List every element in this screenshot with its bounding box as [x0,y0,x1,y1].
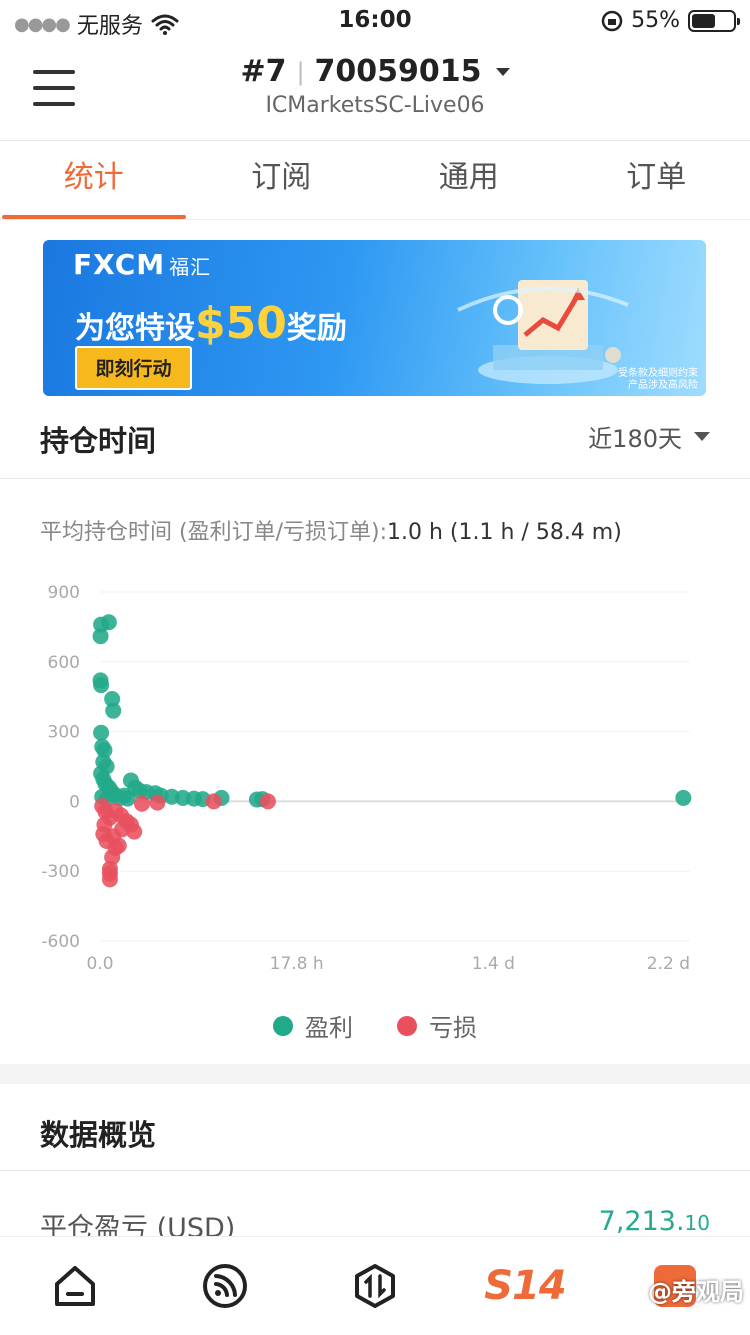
promo-text: 为您特设$50奖励 [75,298,347,349]
profit-dot-icon [273,1016,293,1036]
disclaimer: 受条款及细则约束 产品涉及高风险 [618,368,698,392]
nav-s14[interactable]: S14 [450,1237,600,1335]
legend-loss-label: 亏损 [429,1008,477,1043]
overview-title: 数据概览 [40,1112,156,1154]
tab-bar: 统计 订阅 通用 订单 [0,141,750,220]
home-icon [51,1262,99,1310]
loss-point [134,796,150,812]
battery-percent: 55% [631,8,680,33]
account-selector[interactable]: #7 | 70059015 ICMarketsSC-Live06 [0,54,750,118]
y-tick-label: 900 [48,583,80,603]
bottom-nav: S14 [0,1236,750,1335]
profit-point [101,614,117,630]
promo-prefix: 为您特设 [75,311,195,346]
profit-point [120,791,136,807]
holding-title: 持仓时间 [40,418,156,460]
avg-holding: 平均持仓时间 (盈利订单/亏损订单):1.0 h (1.1 h / 58.4 m… [40,514,622,546]
promo-banner[interactable]: FXCM福汇 为您特设$50奖励 即刻行动 受条款及细则约束 产品涉及高风险 [43,240,706,396]
nav-feed[interactable] [150,1237,300,1335]
caret-down-icon [496,68,510,76]
brand-name: FXCM [73,248,165,281]
tab-subscribe[interactable]: 订阅 [188,141,376,219]
status-bar: ●●●● 无服务 16:00 55% [0,0,750,44]
closed-pnl-value: 7,213.10 [599,1206,710,1237]
caret-down-icon [694,432,710,441]
avg-label: 平均持仓时间 (盈利订单/亏损订单): [40,520,387,545]
separator: | [296,58,304,86]
disclaimer-line2: 产品涉及高风险 [618,380,698,392]
promo-amount: $50 [195,298,287,349]
tab-general[interactable]: 通用 [375,141,563,219]
profit-point [93,677,109,693]
brand-cn: 福汇 [169,255,211,279]
chart-legend: 盈利 亏损 [0,1008,750,1043]
watermark: @旁观局 [648,1272,744,1307]
disclaimer-line1: 受条款及细则约束 [618,368,698,380]
loss-point [149,795,165,811]
loss-point [260,793,276,809]
account-id: 70059015 [315,54,482,89]
y-tick-label: -300 [41,862,80,882]
divider [0,1170,750,1171]
y-tick-label: 300 [48,723,80,743]
holding-scatter-chart: 900 600 300 0 -300 -600 0.0 17.8 h 1.4 d 2.2 d [0,570,750,990]
tab-orders[interactable]: 订单 [563,141,750,219]
rotation-lock-icon [601,10,623,32]
feed-icon [201,1262,249,1310]
loss-point [102,871,118,887]
legend-loss[interactable]: 亏损 [397,1008,477,1043]
y-tick-label: -600 [41,932,80,952]
profit-point [93,628,109,644]
pnl-main: 7,213. [599,1206,685,1237]
battery-icon [688,10,736,32]
nav-trade[interactable] [300,1237,450,1335]
account-number: #7 [240,54,286,89]
pnl-decimal: 10 [685,1211,710,1235]
period-selector[interactable]: 近180天 [588,419,710,454]
avg-value: 1.0 h (1.1 h / 58.4 m) [387,520,622,545]
cta-button[interactable]: 即刻行动 [75,346,192,390]
y-tick-label: 600 [48,653,80,673]
loss-dot-icon [397,1016,417,1036]
x-tick-label: 1.4 d [472,954,515,974]
nav-home[interactable] [0,1237,150,1335]
profit-point [675,790,691,806]
section-gap [0,1064,750,1084]
tab-stats[interactable]: 统计 [0,141,188,219]
server-name: ICMarketsSC-Live06 [0,93,750,118]
y-tick-label: 0 [69,792,80,812]
period-label: 近180天 [588,419,682,454]
loss-point [105,828,121,844]
divider [0,478,750,479]
trade-icon [351,1262,399,1310]
loss-point [206,793,222,809]
x-tick-label: 0.0 [86,954,113,974]
status-right: 55% [601,8,736,33]
profit-point [93,725,109,741]
chart-illustration-icon [453,250,633,390]
legend-profit[interactable]: 盈利 [273,1008,353,1043]
profit-point [105,703,121,719]
x-tick-label: 17.8 h [270,954,324,974]
x-tick-label: 2.2 d [647,954,690,974]
header: #7 | 70059015 ICMarketsSC-Live06 [0,44,750,141]
promo-suffix: 奖励 [287,311,347,346]
s14-logo-icon: S14 [484,1263,565,1309]
legend-profit-label: 盈利 [305,1008,353,1043]
fxcm-logo: FXCM福汇 [73,248,211,281]
